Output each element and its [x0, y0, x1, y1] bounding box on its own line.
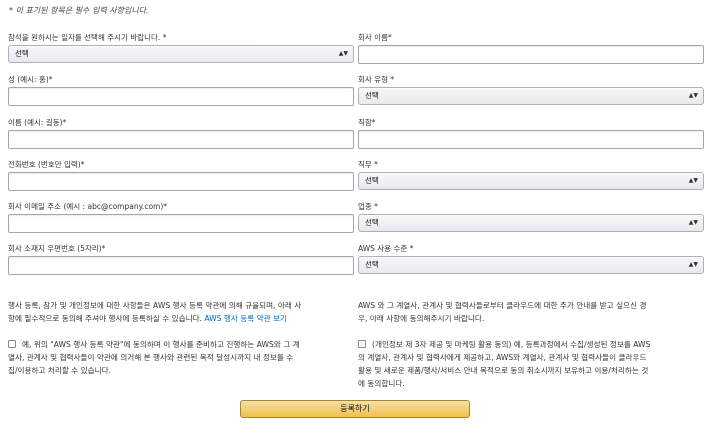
- company-type-value: 선택: [365, 91, 379, 100]
- phone-field: 전화번호 (번호만 입력)*: [8, 159, 354, 191]
- select-arrows-icon: ▲▼: [338, 50, 348, 57]
- aws-usage-select[interactable]: 선택 ▲▼: [358, 256, 704, 274]
- marketing-consent-line: (개인정보 제 3자 제공 및 마케팅 활용 동의) 예, 등록과정에서 수집/…: [358, 338, 714, 351]
- first-name-label: 이름 (예시: 길동)*: [8, 118, 67, 127]
- select-arrows-icon: ▲▼: [688, 219, 698, 226]
- job-title-label: 직함*: [358, 118, 376, 127]
- last-name-field: 성 (예시: 홍)*: [8, 74, 354, 106]
- email-label: 회사 이메일 주소 (예시 : abc@company.com)*: [8, 202, 168, 211]
- terms-text-line: 행사 등록, 참가 및 개인정보에 대한 사항들은 AWS 행사 등록 약관에 …: [8, 301, 302, 310]
- company-type-label: 회사 유형 *: [358, 75, 395, 84]
- job-role-field: 직무 * 선택 ▲▼: [358, 159, 704, 190]
- last-name-input[interactable]: [8, 87, 354, 106]
- marketing-consent-checkbox[interactable]: [358, 340, 366, 348]
- terms-consent-line: 예, 위의 "AWS 행사 등록 약관"에 동의하며 이 행사를 준비하고 진행…: [8, 338, 360, 351]
- select-arrows-icon: ▲▼: [688, 177, 698, 184]
- industry-label: 업종 *: [358, 202, 378, 211]
- postal-code-input[interactable]: [8, 256, 354, 275]
- event-date-select[interactable]: 선택 ▲▼: [8, 45, 354, 63]
- job-title-input[interactable]: [358, 130, 704, 149]
- job-title-field: 직함*: [358, 117, 704, 149]
- marketing-text-line: AWS 와 그 계열사, 관계사 및 협력사들로부터 클라우드에 대한 주가 안…: [358, 301, 647, 310]
- company-type-select[interactable]: 선택 ▲▼: [358, 87, 704, 105]
- industry-value: 선택: [365, 218, 379, 227]
- register-button[interactable]: 등록하기: [240, 400, 470, 418]
- select-arrows-icon: ▲▼: [688, 92, 698, 99]
- industry-select[interactable]: 선택 ▲▼: [358, 214, 704, 232]
- terms-text-fragment: 항에 필수적으로 동의해 주셔야 행사에 등록하실 수 있습니다.: [8, 314, 202, 323]
- industry-field: 업종 * 선택 ▲▼: [358, 201, 704, 232]
- aws-usage-label: AWS 사용 수준 *: [358, 244, 414, 253]
- company-type-field: 회사 유형 * 선택 ▲▼: [358, 74, 704, 105]
- marketing-consent-text: (개인정보 제 3자 제공 및 마케팅 활용 동의) 예, 등록과정에서 수집/…: [372, 340, 651, 349]
- terms-consent-line: 열사, 관계사 및 협력사들이 약관에 의거해 본 행사와 관련된 목적 달성시…: [8, 353, 294, 362]
- terms-paragraph: 행사 등록, 참가 및 개인정보에 대한 사항들은 AWS 행사 등록 약관에 …: [8, 299, 358, 325]
- marketing-consent: (개인정보 제 3자 제공 및 마케팅 활용 동의) 예, 등록과정에서 수집/…: [358, 338, 714, 390]
- terms-consent-line: 집/이용하고 처리할 수 있습니다.: [8, 366, 112, 375]
- select-arrows-icon: ▲▼: [688, 261, 698, 268]
- first-name-input[interactable]: [8, 130, 354, 149]
- job-role-label: 직무 *: [358, 160, 378, 169]
- job-role-select[interactable]: 선택 ▲▼: [358, 172, 704, 190]
- company-name-label: 회사 이름*: [358, 33, 392, 42]
- marketing-paragraph: AWS 와 그 계열사, 관계사 및 협력사들로부터 클라우드에 대한 주가 안…: [358, 299, 714, 325]
- terms-consent: 예, 위의 "AWS 행사 등록 약관"에 동의하며 이 행사를 준비하고 진행…: [8, 338, 360, 377]
- terms-link[interactable]: AWS 행사 등록 약관 보기: [204, 314, 287, 323]
- marketing-consent-line: 에 동의합니다.: [358, 379, 405, 388]
- company-name-field: 회사 이름*: [358, 32, 704, 64]
- aws-usage-value: 선택: [365, 260, 379, 269]
- postal-code-field: 회사 소재지 우편번호 (5자리)*: [8, 243, 354, 275]
- email-field: 회사 이메일 주소 (예시 : abc@company.com)*: [8, 201, 354, 233]
- event-date-value: 선택: [15, 49, 29, 58]
- first-name-field: 이름 (예시: 길동)*: [8, 117, 354, 149]
- company-name-input[interactable]: [358, 45, 704, 64]
- event-date-label: 참석을 원하시는 일자를 선택해 주시기 바랍니다. *: [8, 33, 167, 42]
- marketing-consent-line: 의 계열사, 관계사 및 협력사에게 제공하고, AWS와 계열사, 관계사 및…: [358, 353, 647, 362]
- marketing-consent-line: 활용 및 새로운 제품/행사/서비스 안내 목적으로 동의 취소시까지 보유하고…: [358, 366, 649, 375]
- required-note: * 이 표기된 항목은 필수 입력 사항입니다.: [9, 6, 149, 15]
- last-name-label: 성 (예시: 홍)*: [8, 75, 53, 84]
- phone-label: 전화번호 (번호만 입력)*: [8, 160, 85, 169]
- event-date-field: 참석을 원하시는 일자를 선택해 주시기 바랍니다. * 선택 ▲▼: [8, 32, 354, 63]
- job-role-value: 선택: [365, 176, 379, 185]
- terms-consent-checkbox[interactable]: [8, 340, 16, 348]
- terms-consent-text: 예, 위의 "AWS 행사 등록 약관"에 동의하며 이 행사를 준비하고 진행…: [22, 340, 300, 349]
- terms-text-line: 항에 필수적으로 동의해 주셔야 행사에 등록하실 수 있습니다. AWS 행사…: [8, 312, 358, 325]
- phone-input[interactable]: [8, 172, 354, 191]
- email-input[interactable]: [8, 214, 354, 233]
- postal-code-label: 회사 소재지 우편번호 (5자리)*: [8, 244, 106, 253]
- aws-usage-field: AWS 사용 수준 * 선택 ▲▼: [358, 243, 704, 274]
- marketing-text-line: 우, 아래 사항에 동의해주시기 바랍니다.: [358, 314, 485, 323]
